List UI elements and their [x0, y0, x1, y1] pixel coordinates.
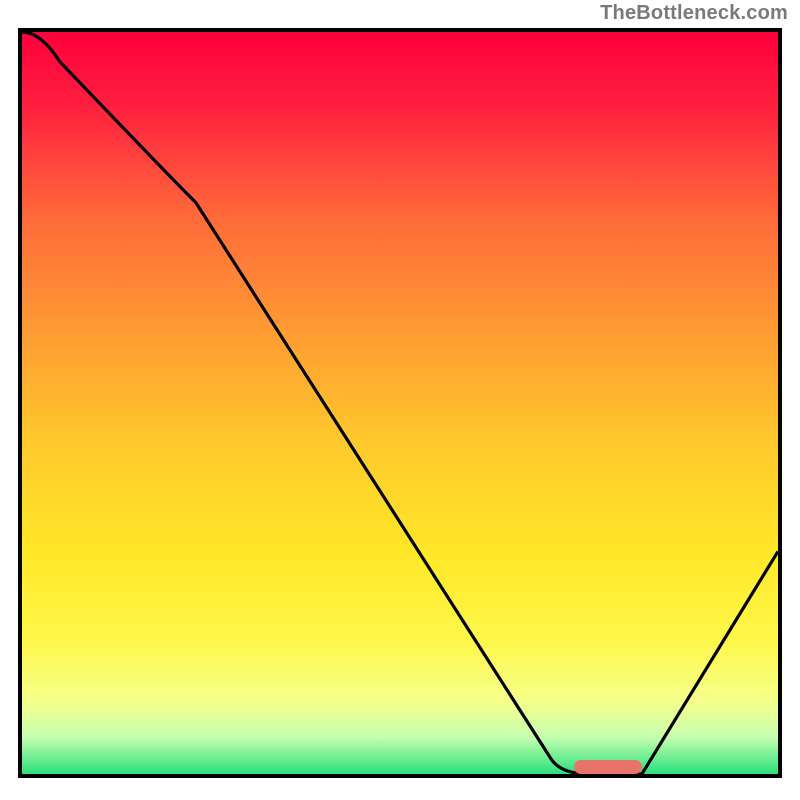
- chart-container: TheBottleneck.com: [0, 0, 800, 800]
- curve-plot: [22, 32, 778, 774]
- plot-area: [18, 28, 782, 778]
- watermark-text: TheBottleneck.com: [600, 2, 788, 25]
- bottleneck-curve: [22, 32, 778, 774]
- optimal-range-marker: [574, 760, 642, 774]
